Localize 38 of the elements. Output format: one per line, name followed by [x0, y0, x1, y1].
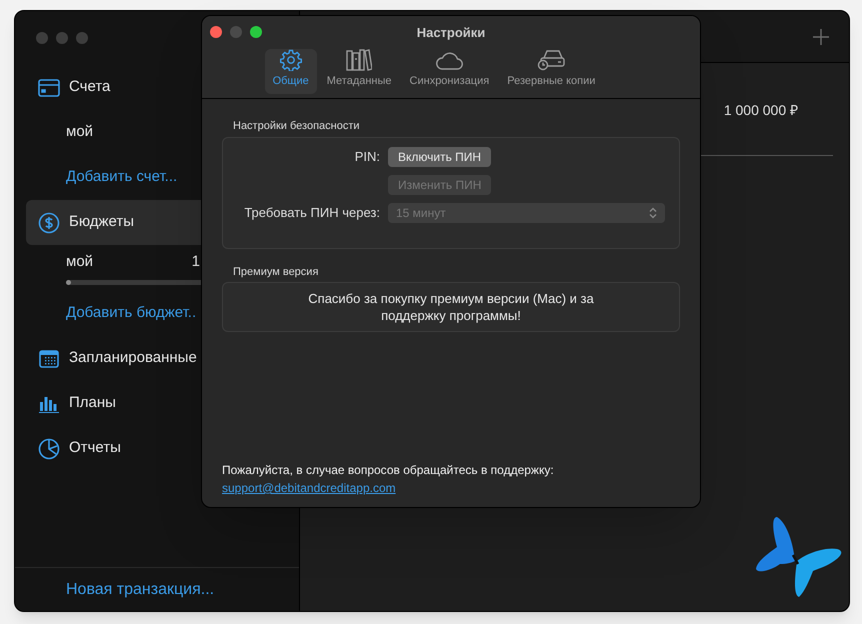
- minimize-button[interactable]: [230, 26, 242, 38]
- sidebar-item[interactable]: Планы: [26, 381, 308, 426]
- add-link[interactable]: Добавить счет...: [66, 166, 178, 189]
- backup-drive-icon: [536, 49, 566, 71]
- window-control[interactable]: [36, 32, 48, 44]
- pin-label: PIN:: [354, 148, 380, 166]
- dialog-title: Настройки: [416, 24, 486, 42]
- toolbar-tab[interactable]: Синхронизация: [402, 48, 498, 94]
- toolbar-tab[interactable]: Резервные копии: [499, 48, 604, 94]
- window-control[interactable]: [76, 32, 88, 44]
- budget-name[interactable]: мой: [66, 251, 94, 274]
- card-icon: [38, 78, 60, 96]
- amount: 1 000 000 ₽: [724, 101, 798, 120]
- gear-icon: [280, 49, 302, 71]
- enable-pin-button[interactable]: Включить ПИН: [388, 146, 492, 166]
- pie-chart-icon: [38, 438, 60, 460]
- cloud-icon: [435, 51, 464, 71]
- toolbar-tab[interactable]: Метаданные: [318, 48, 400, 94]
- section-title: Премиум версия: [232, 264, 320, 280]
- budget-amount: 1: [192, 252, 200, 272]
- zoom-button[interactable]: [250, 26, 262, 38]
- dollar-icon: [38, 212, 60, 234]
- add-icon[interactable]: [813, 28, 829, 44]
- section-title: Настройки безопасности: [232, 119, 361, 134]
- calendar-icon: [39, 350, 59, 368]
- books-icon: [346, 49, 372, 71]
- sidebar-item[interactable]: Запланированные: [26, 336, 308, 381]
- premium-message: Спасибо за покупку премиум версии (Mac) и за поддержку программы!: [307, 290, 595, 324]
- toolbar-tab[interactable]: Общие: [264, 48, 317, 94]
- support-email-link[interactable]: support@debitandcreditapp.com: [222, 479, 396, 497]
- close-button[interactable]: [210, 26, 222, 38]
- bar-chart-icon: [39, 394, 59, 412]
- add-link[interactable]: Добавить бюджет..: [66, 302, 196, 325]
- account-name[interactable]: мой: [66, 121, 94, 144]
- support-text: Пожалуйста, в случае вопросов обращайтесь в поддержку:: [222, 462, 554, 479]
- new-transaction-link[interactable]: Новая транзакция...: [66, 578, 214, 602]
- stepper-chevrons-icon: [649, 206, 657, 218]
- window-control[interactable]: [56, 32, 68, 44]
